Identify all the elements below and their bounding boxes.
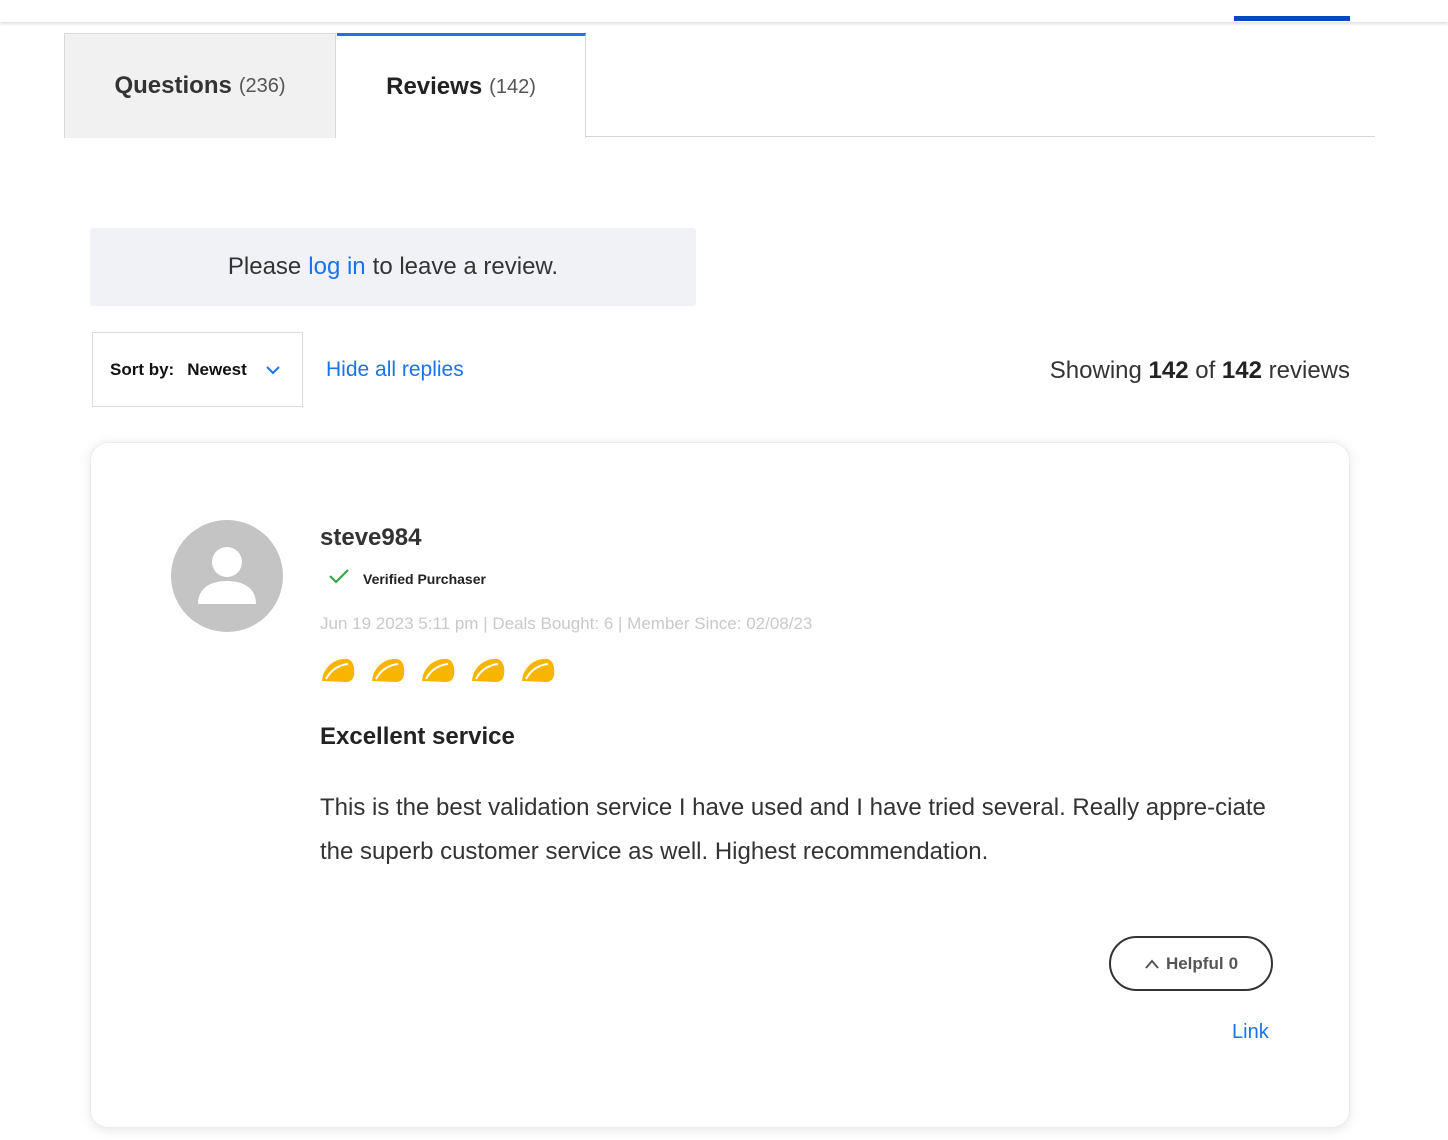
review-card: steve984 Verified Purchaser Jun 19 2023 … [90,442,1350,1128]
helpful-count: 0 [1228,953,1239,973]
chevron-up-icon [1145,958,1159,969]
sort-label: Sort by: [110,359,175,379]
tab-label: Reviews [386,73,483,100]
avatar [171,520,283,632]
taco-icon [322,658,355,682]
tabs-divider [585,136,1375,137]
helpful-button[interactable]: Helpful 0 [1109,936,1273,991]
tab-questions[interactable]: Questions (236) [64,33,336,138]
login-notice-suffix: to leave a review. [372,253,559,280]
taco-icon [472,658,505,682]
verified-label: Verified Purchaser [363,571,486,587]
login-notice-prefix: Please [227,253,302,280]
user-icon [198,547,256,604]
tab-count: (236) [238,74,286,97]
tab-count: (142) [489,75,536,98]
review-body: This is the best validation service I ha… [320,794,1266,865]
total-count: 142 [1221,357,1262,384]
taco-icon [372,658,405,682]
helpful-label: Helpful [1165,953,1224,973]
review-count-summary: Showing 142 of 142 reviews [1050,357,1350,385]
taco-icon [522,658,555,682]
login-link[interactable]: log in [308,253,365,281]
sort-dropdown[interactable]: Sort by: Newest [92,332,303,407]
tab-reviews[interactable]: Reviews (142) [337,33,586,138]
login-notice: Please log in to leave a review. [90,228,696,306]
hide-replies-link[interactable]: Hide all replies [326,358,464,382]
showing-suffix: reviews [1268,357,1350,384]
chevron-down-icon [266,366,280,375]
showing-of: of [1195,357,1216,384]
review-permalink[interactable]: Link [1232,1021,1269,1044]
top-divider [0,0,1448,22]
top-nav-active-indicator [1234,16,1350,21]
showing-prefix: Showing [1049,357,1142,384]
sort-value: Newest [187,359,247,379]
rating [320,655,556,685]
reviewer-username: steve984 [320,524,422,551]
shown-count: 142 [1148,357,1189,384]
tab-label: Questions [114,72,232,99]
review-meta: Jun 19 2023 5:11 pm | Deals Bought: 6 | … [320,614,813,633]
verified-purchaser-badge: Verified Purchaser [328,565,486,587]
review-title: Excellent service [320,723,515,750]
check-icon [329,569,349,584]
reviews-page: Questions (236) Reviews (142) Please log… [0,0,1448,1140]
taco-icon [422,658,455,682]
